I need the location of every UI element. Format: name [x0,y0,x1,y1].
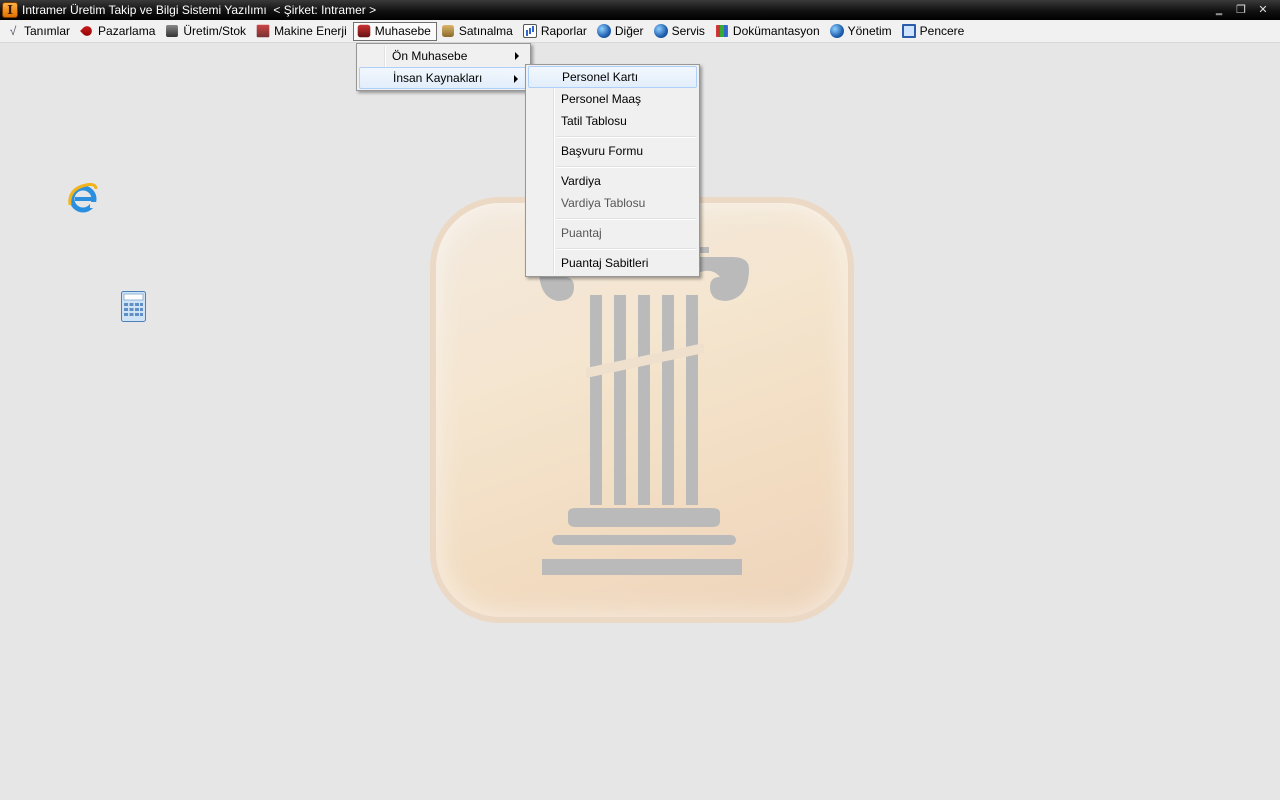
calculator-app-icon[interactable] [121,291,146,322]
menu-label: Satınalma [458,24,513,38]
menu-item-label: Vardiya [561,174,601,188]
menu-label: Raporlar [540,24,587,38]
window-title: Intramer Üretim Takip ve Bilgi Sistemi Y… [22,3,377,17]
menu-item-label: İnsan Kaynakları [393,71,483,85]
menu-muhasebe[interactable]: Muhasebe [352,21,437,41]
muhasebe-menu: Ön Muhasebe İnsan Kaynakları [356,43,531,91]
menu-uretim-stok[interactable]: Üretim/Stok [161,22,252,41]
menu-satinalma[interactable]: Satınalma [437,22,519,41]
menu-pencere[interactable]: Pencere [898,22,971,41]
pin-icon [80,24,94,38]
app-logo-icon[interactable]: I [2,2,18,18]
menu-label: Dokümantasyon [732,24,820,38]
menu-separator [556,136,696,138]
menu-label: Makine Enerji [274,24,347,38]
menu-item-puantaj-sabitleri[interactable]: Puantaj Sabitleri [528,252,697,274]
menu-item-basvuru-formu[interactable]: Başvuru Formu [528,140,697,162]
submenu-arrow-icon [514,75,518,83]
cart-icon [441,25,454,37]
menu-label: Yönetim [847,24,892,38]
menu-label: Tanımlar [24,24,71,38]
submenu-arrow-icon [515,52,519,60]
globe-icon [653,24,668,38]
menu-item-label: Puantaj [561,226,602,240]
menu-item-personel-maas[interactable]: Personel Maaş [528,88,697,110]
menu-item-label: Ön Muhasebe [392,49,468,63]
menu-separator [556,218,696,220]
menu-pazarlama[interactable]: Pazarlama [76,22,161,41]
menu-separator [556,166,696,168]
chart-icon [522,24,537,38]
menu-tanimlar[interactable]: √ Tanımlar [2,22,76,41]
menu-item-insan-kaynaklari[interactable]: İnsan Kaynakları [359,67,528,89]
menu-dokumantasyon[interactable]: Dokümantasyon [711,22,826,41]
menu-item-vardiya-tablosu[interactable]: Vardiya Tablosu [528,192,697,214]
menu-item-label: Başvuru Formu [561,144,644,158]
menu-servis[interactable]: Servis [650,22,711,41]
menu-label: Üretim/Stok [183,24,247,38]
menu-item-puantaj[interactable]: Puantaj [528,222,697,244]
menu-item-label: Vardiya Tablosu [561,196,646,210]
menu-separator [556,248,696,250]
menu-diger[interactable]: Diğer [593,22,650,41]
menu-raporlar[interactable]: Raporlar [519,22,593,41]
menu-yonetim[interactable]: Yönetim [826,22,898,41]
calculator-icon [357,24,371,38]
insan-kaynaklari-menu: Personel Kartı Personel Maaş Tatil Tablo… [525,64,700,277]
menu-item-on-muhasebe[interactable]: Ön Muhasebe [359,45,528,67]
menu-item-label: Personel Kartı [562,70,639,84]
menu-item-vardiya[interactable]: Vardiya [528,170,697,192]
machine-icon [256,24,270,38]
internet-explorer-icon[interactable] [66,181,100,215]
menu-label: Diğer [614,24,644,38]
menu-item-label: Tatil Tablosu [561,114,627,128]
menu-item-label: Personel Maaş [561,92,642,106]
menu-item-label: Puantaj Sabitleri [561,256,649,270]
globe-icon [596,24,611,38]
menu-makine-enerji[interactable]: Makine Enerji [252,22,353,41]
menu-label: Muhasebe [374,24,431,38]
books-icon [715,25,728,37]
check-icon: √ [9,24,17,38]
restore-button[interactable]: ❐ [1230,2,1252,18]
menu-label: Pencere [919,24,965,38]
menu-label: Pazarlama [98,24,156,38]
globe-icon [829,24,844,38]
menu-item-tatil-tablosu[interactable]: Tatil Tablosu [528,110,697,132]
box-icon [166,25,179,37]
menu-item-personel-karti[interactable]: Personel Kartı [528,66,697,88]
menu-label: Servis [671,24,705,38]
title-bar: I Intramer Üretim Takip ve Bilgi Sistemi… [0,0,1280,20]
menu-bar: √ Tanımlar Pazarlama Üretim/Stok Makine … [0,20,1280,43]
minimize-button[interactable]: ‗ [1208,2,1230,18]
close-button[interactable]: ✕ [1252,2,1274,18]
window-icon [901,24,916,38]
